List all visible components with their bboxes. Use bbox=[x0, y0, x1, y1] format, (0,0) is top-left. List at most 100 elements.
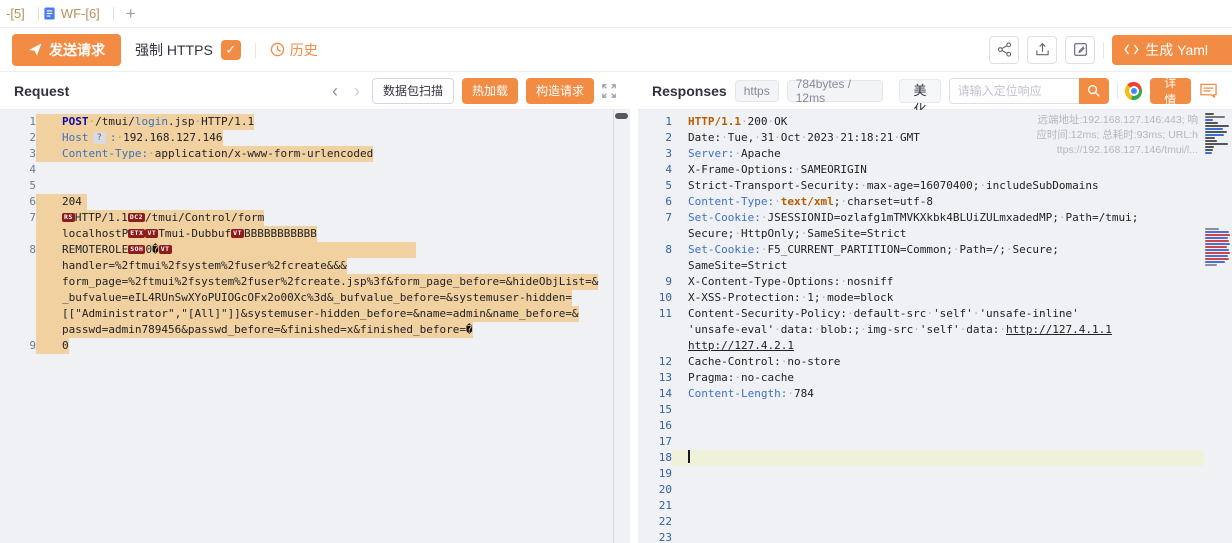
code-line: POST·/tmui/login.jsp·HTTP/1.1 bbox=[36, 114, 254, 130]
line-number: 8 bbox=[0, 242, 36, 258]
editor-scrollbar-thumb[interactable] bbox=[615, 113, 628, 119]
tab-wf-6[interactable]: WF-[6] bbox=[39, 0, 113, 27]
tab-label: -[5] bbox=[6, 6, 25, 21]
code-row: 18 bbox=[638, 450, 1232, 466]
line-number: 11 bbox=[638, 306, 672, 322]
request-editor[interactable]: 1POST·/tmui/login.jsp·HTTP/1.12Host?:·19… bbox=[0, 110, 630, 543]
locate-response-input[interactable] bbox=[949, 78, 1079, 104]
line-number: 10 bbox=[638, 290, 672, 306]
line-number bbox=[638, 258, 672, 274]
response-editor[interactable]: 远端地址:192.168.127.146:443; 响 应时间:12ms; 总耗… bbox=[638, 110, 1232, 543]
details-button[interactable]: 详情 bbox=[1150, 78, 1191, 104]
minimap-bar bbox=[1205, 243, 1230, 245]
code-line: 0 bbox=[36, 338, 69, 354]
code-line bbox=[36, 162, 62, 178]
minimap-bar bbox=[1205, 231, 1229, 233]
minimap-bar bbox=[1205, 125, 1229, 127]
code-line bbox=[672, 514, 688, 530]
prev-request-button[interactable]: ‹ bbox=[328, 82, 342, 100]
fuzz-help-badge[interactable]: ? bbox=[93, 132, 106, 144]
line-number: 4 bbox=[638, 162, 672, 178]
response-panel: Responses https 784bytes / 12ms 美化 详情 bbox=[638, 72, 1232, 543]
line-number: 15 bbox=[638, 402, 672, 418]
export-button[interactable] bbox=[1027, 36, 1057, 64]
code-line bbox=[672, 466, 688, 482]
line-number: 7 bbox=[638, 210, 672, 226]
request-panel: Request ‹ › 数据包扫描 热加载 构造请求 1POST·/tmui/l… bbox=[0, 72, 630, 543]
line-number: 18 bbox=[638, 450, 672, 466]
line-number bbox=[0, 274, 36, 290]
code-line: Server:·Apache bbox=[672, 146, 781, 162]
minimap-bar bbox=[1205, 261, 1225, 263]
locate-response-search bbox=[949, 78, 1109, 104]
code-line bbox=[672, 482, 688, 498]
protocol-badge: https bbox=[735, 80, 779, 102]
edit-button[interactable] bbox=[1065, 36, 1095, 64]
control-char-badge: RS bbox=[62, 213, 75, 222]
minimap-bar bbox=[1205, 246, 1227, 248]
minimap-bar bbox=[1205, 237, 1228, 239]
generate-yaml-button[interactable]: 生成 Yaml bbox=[1112, 35, 1232, 65]
line-number: 6 bbox=[0, 194, 36, 210]
line-number: 1 bbox=[0, 114, 36, 130]
minimap-bar bbox=[1205, 252, 1230, 254]
size-time-badge: 784bytes / 12ms bbox=[787, 80, 884, 102]
code-row: 6Content-Type:·text/xml;·charset=utf-8 bbox=[638, 194, 1232, 210]
code-line: Strict-Transport-Security:·max-age=16070… bbox=[672, 178, 1099, 194]
code-line bbox=[672, 402, 688, 418]
code-line: Content-Security-Policy:·default-src·'se… bbox=[672, 306, 1079, 322]
code-row: form_page=%2ftmui%2fsystem%2fuser%2fcrea… bbox=[0, 274, 630, 290]
line-number bbox=[0, 322, 36, 338]
line-number: 14 bbox=[638, 386, 672, 402]
code-line: X-Content-Type-Options:·nosniff bbox=[672, 274, 893, 290]
history-button[interactable]: 历史 bbox=[270, 40, 318, 60]
force-https-label: 强制 HTTPS bbox=[135, 40, 213, 60]
add-tab-button[interactable]: + bbox=[114, 4, 148, 24]
history-label: 历史 bbox=[290, 40, 318, 60]
line-number: 2 bbox=[638, 130, 672, 146]
request-header: Request ‹ › 数据包扫描 热加载 构造请求 bbox=[0, 72, 630, 110]
code-row: 11Content-Security-Policy:·default-src·'… bbox=[638, 306, 1232, 322]
search-button[interactable] bbox=[1079, 78, 1109, 104]
line-number bbox=[0, 290, 36, 306]
build-request-button[interactable]: 构造请求 bbox=[526, 78, 594, 104]
tab-wf-5[interactable]: -[5] bbox=[2, 0, 38, 27]
force-https-checkbox[interactable]: ✓ bbox=[221, 40, 241, 60]
minimap-bar bbox=[1205, 240, 1229, 242]
code-line: X-XSS-Protection:·1;·mode=block bbox=[672, 290, 893, 306]
beautify-button[interactable]: 美化 bbox=[899, 79, 940, 103]
tab-bar: -[5] WF-[6] + bbox=[0, 0, 1232, 28]
hot-reload-button[interactable]: 热加载 bbox=[462, 78, 518, 104]
code-line: Host?:·192.168.127.146 bbox=[36, 130, 223, 146]
fullscreen-icon[interactable] bbox=[602, 84, 616, 98]
response-title: Responses bbox=[652, 83, 727, 99]
toolbar-divider bbox=[255, 42, 256, 58]
chrome-icon[interactable] bbox=[1125, 82, 1141, 100]
line-number: 5 bbox=[638, 178, 672, 194]
share-button[interactable] bbox=[989, 36, 1019, 64]
code-row: http://127.4.2.1 bbox=[638, 338, 1232, 354]
next-request-button[interactable]: › bbox=[350, 82, 364, 100]
minimap-bar bbox=[1205, 258, 1229, 260]
minimap-bar bbox=[1205, 152, 1212, 154]
minimap-bar bbox=[1205, 131, 1227, 133]
line-number: 16 bbox=[638, 418, 672, 434]
code-row: 6204→→ bbox=[0, 194, 630, 210]
code-row: 1POST·/tmui/login.jsp·HTTP/1.1 bbox=[0, 114, 630, 130]
code-line: Secure;·HttpOnly;·SameSite=Strict bbox=[672, 226, 907, 242]
control-char-badge: ETX bbox=[128, 229, 145, 238]
feedback-icon[interactable] bbox=[1199, 82, 1218, 99]
code-line: localhostPETXVTTmui-DubbufVTBBBBBBBBBBB bbox=[36, 226, 317, 242]
packet-scan-button[interactable]: 数据包扫描 bbox=[372, 78, 454, 104]
toolbar-right-group: 生成 Yaml bbox=[989, 35, 1220, 65]
editor-minimap[interactable] bbox=[1204, 110, 1232, 543]
code-row: Secure;·HttpOnly;·SameSite=Strict bbox=[638, 226, 1232, 242]
code-row: 'unsafe-eval'·data:·blob:;·img-src·'self… bbox=[638, 322, 1232, 338]
code-line bbox=[36, 178, 62, 194]
code-line: Cache-Control:·no-store bbox=[672, 354, 840, 370]
minimap-bar bbox=[1205, 128, 1223, 130]
code-icon bbox=[1124, 43, 1139, 56]
code-row: 7Set-Cookie:·JSESSIONID=ozlafg1mTMVKXkbk… bbox=[638, 210, 1232, 226]
overlay-line: 应时间:12ms; 总耗时:93ms; URL:h bbox=[1022, 128, 1198, 143]
send-request-button[interactable]: 发送请求 bbox=[12, 34, 121, 66]
